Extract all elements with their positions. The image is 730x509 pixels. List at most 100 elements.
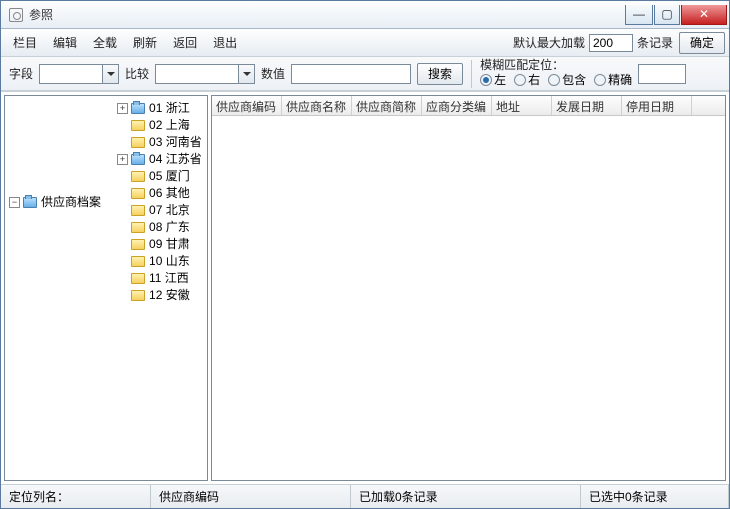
folder-icon [131,205,145,216]
toggle-spacer [117,205,128,216]
radio-exact-label: 精确 [608,71,632,88]
folder-open-icon [23,197,37,208]
folder-open-icon [131,154,145,165]
tree-root[interactable]: − 供应商档案 [9,194,101,211]
searchbar: 字段 比较 数值 搜索 模糊匹配定位： 左 右 包含 精确 [1,57,729,91]
tree-item-label: 11 江西 [149,270,189,287]
tree-item-label: 08 广东 [149,219,190,236]
folder-icon [131,256,145,267]
tree-item[interactable]: +04 江苏省 [117,151,202,168]
field-combo[interactable] [39,64,119,84]
grid-column-header[interactable]: 供应商名称 [282,96,352,115]
window-title: 参照 [29,6,624,23]
tree-item[interactable]: 03 河南省 [117,134,202,151]
menu-columns[interactable]: 栏目 [5,32,45,53]
toggle-spacer [117,120,128,131]
compare-combo[interactable] [155,64,255,84]
tree-item-label: 10 山东 [149,253,190,270]
tree-item-label: 01 浙江 [149,100,190,117]
menu-back[interactable]: 返回 [165,32,205,53]
radio-contain-label: 包含 [562,71,586,88]
max-load-unit: 条记录 [637,34,673,51]
folder-icon [131,171,145,182]
folder-icon [131,239,145,250]
toggle-spacer [117,137,128,148]
value-input[interactable] [291,64,411,84]
value-label: 数值 [261,65,285,82]
toggle-spacer [117,222,128,233]
search-button[interactable]: 搜索 [417,63,463,85]
chevron-down-icon [238,65,254,83]
radio-exact[interactable]: 精确 [594,71,632,88]
grid-body[interactable] [212,116,725,480]
toggle-spacer [117,188,128,199]
expand-icon[interactable]: + [117,103,128,114]
menu-loadall[interactable]: 全载 [85,32,125,53]
status-selected: 已选中0条记录 [581,485,729,508]
radio-contain[interactable]: 包含 [548,71,586,88]
grid-column-header[interactable]: 应商分类编 [422,96,492,115]
tree-item-label: 03 河南省 [149,134,202,151]
radio-left-label: 左 [494,71,506,88]
status-loaded: 已加载0条记录 [351,485,581,508]
tree-item[interactable]: 02 上海 [117,117,190,134]
max-load-label: 默认最大加载 [513,34,585,51]
toggle-spacer [117,171,128,182]
tree-panel[interactable]: − 供应商档案 +01 浙江02 上海03 河南省+04 江苏省05 厦门06 … [4,95,208,481]
expand-icon[interactable]: + [117,154,128,165]
toggle-spacer [117,256,128,267]
body: − 供应商档案 +01 浙江02 上海03 河南省+04 江苏省05 厦门06 … [1,91,729,484]
ok-button[interactable]: 确定 [679,32,725,54]
tree-item[interactable]: 11 江西 [117,270,189,287]
radio-right[interactable]: 右 [514,71,540,88]
tree-item[interactable]: 10 山东 [117,253,190,270]
statusbar: 定位列名： 供应商编码 已加载0条记录 已选中0条记录 [1,484,729,508]
status-locate-label: 定位列名： [1,485,151,508]
tree-item[interactable]: 12 安徽 [117,287,190,304]
menu-exit[interactable]: 退出 [205,32,245,53]
window-buttons: — ▢ ✕ [624,5,727,25]
folder-icon [131,290,145,301]
menu-refresh[interactable]: 刷新 [125,32,165,53]
folder-icon [131,222,145,233]
field-label: 字段 [9,65,33,82]
separator [471,60,472,88]
minimize-button[interactable]: — [625,5,653,25]
grid-column-header[interactable]: 供应商简称 [352,96,422,115]
tree-item-label: 07 北京 [149,202,190,219]
chevron-down-icon [102,65,118,83]
menu-edit[interactable]: 编辑 [45,32,85,53]
grid-column-header[interactable]: 地址 [492,96,552,115]
collapse-icon[interactable]: − [9,197,20,208]
tree-item-label: 05 厦门 [149,168,190,185]
toggle-spacer [117,290,128,301]
grid-panel: 供应商编码供应商名称供应商简称应商分类编地址发展日期停用日期 [211,95,726,481]
radio-left[interactable]: 左 [480,71,506,88]
grid-header: 供应商编码供应商名称供应商简称应商分类编地址发展日期停用日期 [212,96,725,116]
max-load-input[interactable] [589,34,633,52]
tree-item-label: 06 其他 [149,185,190,202]
tree-item[interactable]: +01 浙江 [117,100,190,117]
max-load-box: 默认最大加载 条记录 [513,34,673,52]
grid-column-header[interactable]: 停用日期 [622,96,692,115]
menubar: 栏目 编辑 全载 刷新 返回 退出 默认最大加载 条记录 确定 [1,29,729,57]
close-button[interactable]: ✕ [681,5,727,25]
toggle-spacer [117,239,128,250]
tree-item[interactable]: 07 北京 [117,202,190,219]
compare-label: 比较 [125,65,149,82]
status-column: 供应商编码 [151,485,351,508]
tree-item[interactable]: 05 厦门 [117,168,190,185]
tree-item[interactable]: 08 广东 [117,219,190,236]
tree-item[interactable]: 06 其他 [117,185,190,202]
toggle-spacer [117,273,128,284]
fuzzy-label: 模糊匹配定位： [480,59,632,71]
grid-column-header[interactable]: 供应商编码 [212,96,282,115]
radio-right-label: 右 [528,71,540,88]
maximize-button[interactable]: ▢ [654,5,680,25]
grid-column-header[interactable]: 发展日期 [552,96,622,115]
app-icon [9,8,23,22]
tree-item-label: 02 上海 [149,117,190,134]
titlebar[interactable]: 参照 — ▢ ✕ [1,1,729,29]
fuzzy-input[interactable] [638,64,686,84]
tree-item[interactable]: 09 甘肃 [117,236,190,253]
